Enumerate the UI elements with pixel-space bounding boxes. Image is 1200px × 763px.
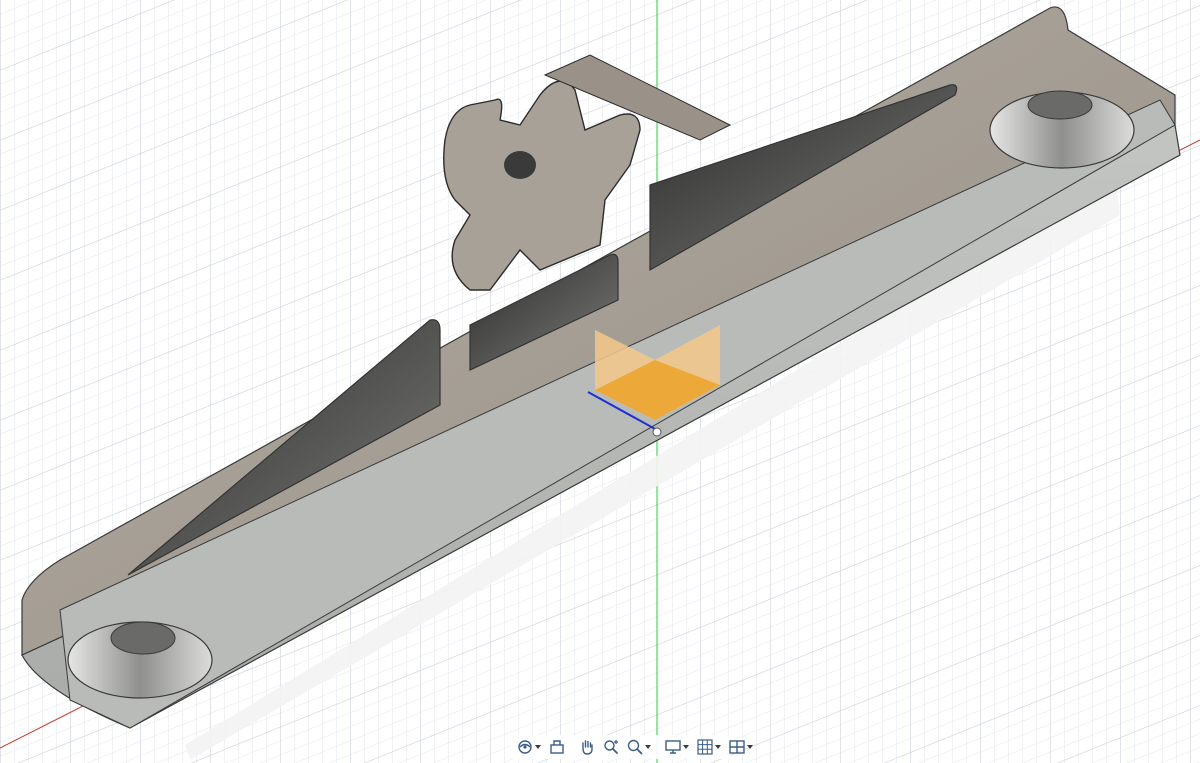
viewports-menu-chevron-icon[interactable]	[746, 743, 754, 751]
extrusion-center-hole	[504, 151, 536, 179]
orbit-icon	[518, 740, 532, 754]
grid-snaps-icon	[697, 739, 713, 755]
origin-point	[652, 427, 662, 437]
grid-snaps-tool[interactable]	[694, 736, 724, 758]
pan-hand-icon	[582, 740, 593, 755]
orbit-menu-chevron-icon[interactable]	[534, 743, 542, 751]
look-at-icon	[550, 740, 564, 754]
display-menu-chevron-icon[interactable]	[682, 743, 690, 751]
zoom-menu-chevron-icon[interactable]	[644, 743, 652, 751]
viewports-icon	[729, 740, 745, 754]
zoom-window-icon	[627, 739, 643, 755]
countersink-hole-left	[67, 621, 213, 699]
zoom-tool[interactable]	[600, 736, 622, 758]
look-at-tool[interactable]	[546, 736, 568, 758]
viewports-tool[interactable]	[726, 736, 756, 758]
display-settings-icon	[665, 740, 681, 754]
navigation-bar	[510, 735, 753, 759]
display-settings-tool[interactable]	[662, 736, 692, 758]
canvas-viewport[interactable]	[0, 0, 1200, 763]
zoom-window-tool[interactable]	[624, 736, 654, 758]
grid-menu-chevron-icon[interactable]	[714, 743, 722, 751]
zoom-icon	[604, 740, 618, 754]
3d-scene[interactable]	[0, 0, 1200, 763]
countersink-hole-right	[989, 90, 1135, 169]
orbit-tool[interactable]	[514, 736, 544, 758]
pan-tool[interactable]	[576, 736, 598, 758]
